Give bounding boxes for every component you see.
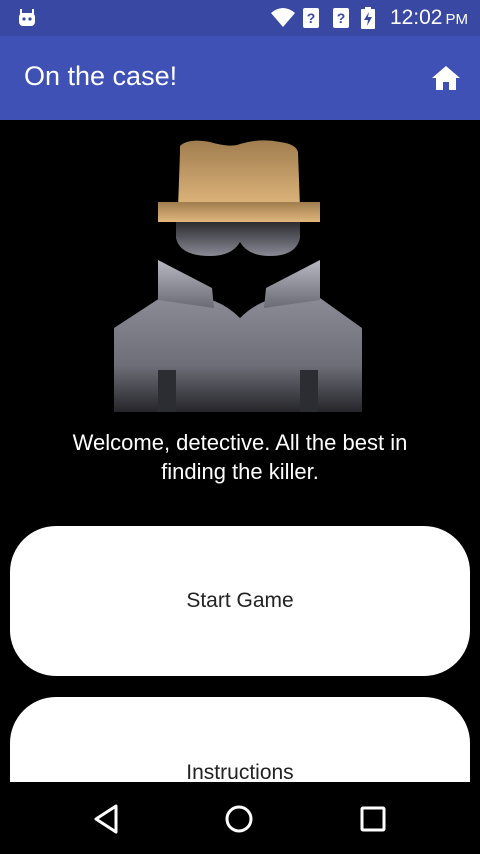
start-game-button[interactable]: Start Game [10, 526, 470, 676]
android-notification-icon [16, 7, 38, 29]
instructions-label: Instructions [186, 761, 294, 782]
detective-illustration [114, 140, 362, 412]
svg-text:?: ? [307, 10, 316, 26]
welcome-message: Welcome, detective. All the best in find… [72, 430, 408, 484]
svg-text:?: ? [337, 10, 346, 26]
status-bar: ? ? 12:02 PM [0, 0, 480, 36]
status-time: 12:02 PM [389, 6, 468, 29]
home-circle-icon[interactable] [222, 802, 256, 836]
main-content: Welcome, detective. All the best in find… [0, 120, 480, 782]
app-title: On the case! [24, 61, 178, 91]
navigation-bar [0, 782, 480, 854]
signal-unknown-icon: ? [300, 7, 322, 29]
wifi-icon [270, 7, 295, 29]
back-icon[interactable] [90, 802, 124, 836]
recents-icon[interactable] [356, 802, 390, 836]
home-button[interactable] [430, 62, 462, 94]
start-game-label: Start Game [186, 589, 294, 612]
app-bar: On the case! [0, 36, 480, 120]
instructions-button[interactable]: Instructions [10, 697, 470, 782]
signal-unknown-icon: ? [330, 7, 352, 29]
battery-charging-icon [360, 7, 382, 29]
home-icon [432, 66, 460, 90]
